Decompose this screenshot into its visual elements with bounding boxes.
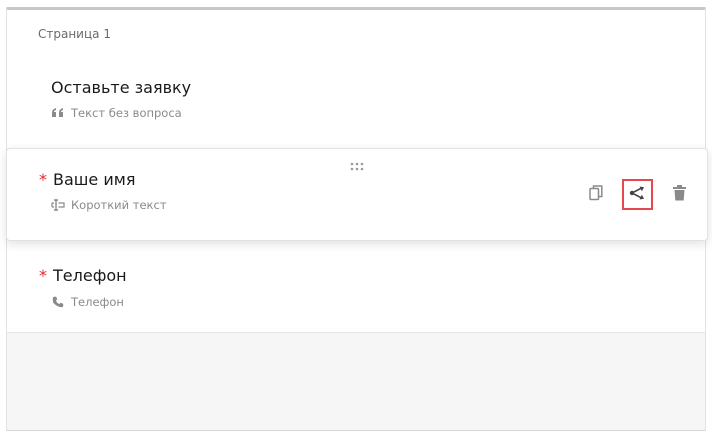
drag-handle-icon[interactable] — [350, 156, 364, 171]
question-type-label: Телефон — [71, 295, 124, 309]
question-type: Телефон — [51, 295, 124, 309]
form-editor: Страница 1 Оставьте заявку Текст без воп… — [6, 7, 708, 431]
question-type-label: Короткий текст — [71, 198, 167, 212]
page-label: Страница 1 — [38, 27, 111, 41]
delete-button[interactable] — [665, 181, 693, 209]
question-title: * Телефон — [39, 266, 127, 285]
required-mark: * — [39, 266, 47, 285]
phone-icon — [51, 295, 65, 309]
required-mark: * — [39, 170, 47, 189]
logic-button[interactable] — [622, 179, 653, 210]
copy-icon — [589, 184, 603, 205]
question-title: Оставьте заявку — [51, 78, 192, 97]
question-item[interactable]: Оставьте заявку Текст без вопроса — [7, 68, 705, 148]
question-title-text: Телефон — [53, 266, 127, 285]
question-title: * Ваше имя — [39, 170, 135, 189]
question-item[interactable]: * Телефон Телефон — [7, 254, 705, 334]
question-type-label: Текст без вопроса — [71, 106, 182, 120]
text-cursor-icon — [51, 198, 65, 212]
quote-icon — [51, 106, 65, 120]
copy-button[interactable] — [582, 181, 610, 209]
question-actions — [582, 179, 693, 210]
logic-branch-icon — [629, 185, 647, 204]
question-item-selected[interactable]: * Ваше имя Короткий текст — [6, 148, 708, 241]
question-type: Короткий текст — [51, 198, 167, 212]
question-title-text: Ваше имя — [53, 170, 136, 189]
trash-icon — [672, 184, 686, 205]
question-type: Текст без вопроса — [51, 106, 182, 120]
